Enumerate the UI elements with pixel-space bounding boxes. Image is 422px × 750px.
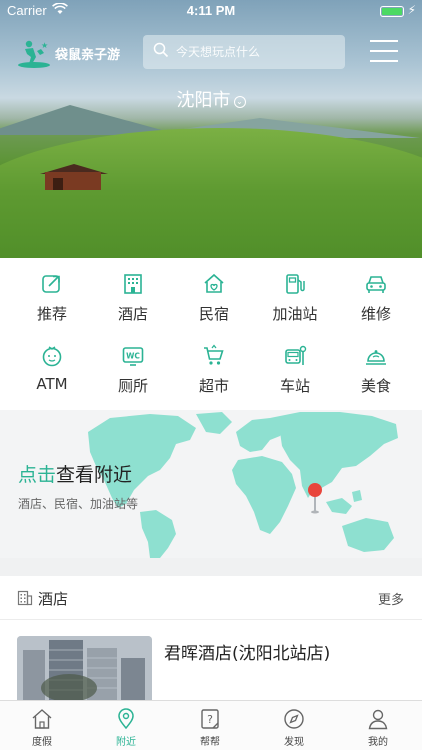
svg-text:?: ? <box>207 713 213 726</box>
hotel-photo[interactable] <box>17 636 152 700</box>
category-label: 车站 <box>279 377 310 395</box>
banner-title: 点击查看附近 <box>18 460 132 487</box>
recommend-icon <box>42 275 60 293</box>
category-food[interactable]: 美食 <box>334 330 418 396</box>
food-icon <box>366 350 386 365</box>
svg-text:WC: WC <box>126 352 140 361</box>
category-label: 美食 <box>360 377 391 395</box>
tab-label: 附近 <box>116 737 136 748</box>
clock: 4:11 PM <box>186 3 236 18</box>
tab-nearby[interactable]: 附近 <box>84 701 168 750</box>
banner-subtitle: 酒店、民宿、加油站等 <box>18 497 139 511</box>
category-grid: 推荐 酒店 民宿 加油站 维修 ATM WC 厕所 超市 车站 美食 <box>0 258 422 410</box>
section-divider <box>0 558 422 576</box>
city-label: 沈阳市 <box>176 90 231 111</box>
category-label: 酒店 <box>117 305 148 323</box>
category-homestay[interactable]: 民宿 <box>172 258 256 324</box>
tab-label: 我的 <box>368 737 388 748</box>
location-pin-icon <box>118 708 134 730</box>
tab-discover[interactable]: 发现 <box>252 701 336 750</box>
search-bar[interactable] <box>143 35 345 69</box>
battery-icon <box>380 6 404 17</box>
question-note-icon: ? <box>201 709 219 729</box>
city-selector[interactable]: 沈阳市 ⌄ <box>0 86 422 112</box>
banner-title-rest: 查看附近 <box>56 464 133 486</box>
category-supermarket[interactable]: 超市 <box>172 330 256 396</box>
category-label: 民宿 <box>198 305 229 323</box>
hotel-icon <box>124 274 142 294</box>
nearby-page: Carrier 4:11 PM ⚡ ★ 袋鼠亲子游 沈阳市⌄ <box>0 0 422 750</box>
tab-mine[interactable]: 我的 <box>336 701 420 750</box>
kangaroo-logo-icon: ★ <box>17 37 51 69</box>
hotel-name[interactable]: 君晖酒店(沈阳北站店) <box>164 639 330 664</box>
chevron-down-icon: ⌄ <box>233 96 246 108</box>
category-repair[interactable]: 维修 <box>334 258 418 324</box>
hotel-section-header: 酒店 更多 <box>0 576 422 620</box>
tab-label: 帮帮 <box>200 737 220 748</box>
menu-icon[interactable] <box>370 40 400 64</box>
tab-vacation[interactable]: 度假 <box>0 701 84 750</box>
category-station[interactable]: 车站 <box>253 330 337 396</box>
car-repair-icon <box>366 276 386 293</box>
homestay-icon <box>204 273 224 293</box>
category-label: 厕所 <box>117 377 148 395</box>
compass-icon <box>284 709 304 729</box>
category-label: 推荐 <box>36 305 67 323</box>
logo-text: 袋鼠亲子游 <box>55 47 121 63</box>
toilet-icon: WC <box>122 347 144 366</box>
svg-text:★: ★ <box>41 41 48 50</box>
tab-label: 发现 <box>284 737 304 748</box>
user-icon <box>368 709 388 730</box>
shopping-cart-icon <box>204 344 224 365</box>
bus-station-icon <box>285 345 307 365</box>
more-link[interactable]: 更多 <box>378 589 404 608</box>
category-label: 加油站 <box>272 305 318 323</box>
gas-station-icon <box>286 274 305 294</box>
nearby-map-banner[interactable]: 点击查看附近 酒店、民宿、加油站等 <box>0 410 422 558</box>
category-gas-station[interactable]: 加油站 <box>253 258 337 324</box>
section-title: 酒店 <box>38 590 69 608</box>
category-toilet[interactable]: WC 厕所 <box>91 330 175 396</box>
search-input[interactable] <box>176 45 336 59</box>
category-hotel[interactable]: 酒店 <box>91 258 175 324</box>
category-label: ATM <box>36 375 68 393</box>
category-label: 维修 <box>360 305 391 323</box>
banner-title-highlight: 点击 <box>18 464 57 486</box>
tab-help[interactable]: ? 帮帮 <box>168 701 252 750</box>
status-bar: Carrier 4:11 PM ⚡ <box>0 0 422 22</box>
tab-label: 度假 <box>32 737 52 748</box>
bottom-tab-bar: 度假 附近 ? 帮帮 发现 我的 <box>0 700 422 750</box>
charging-icon: ⚡ <box>407 3 416 17</box>
category-label: 超市 <box>198 377 229 395</box>
location-pin-icon <box>308 483 322 514</box>
search-icon <box>153 42 169 62</box>
category-recommend[interactable]: 推荐 <box>10 258 94 324</box>
home-icon <box>32 709 52 729</box>
category-atm[interactable]: ATM <box>10 330 94 396</box>
atm-icon <box>42 346 62 367</box>
app-logo[interactable]: ★ 袋鼠亲子游 <box>17 37 123 69</box>
building-icon <box>17 590 33 606</box>
